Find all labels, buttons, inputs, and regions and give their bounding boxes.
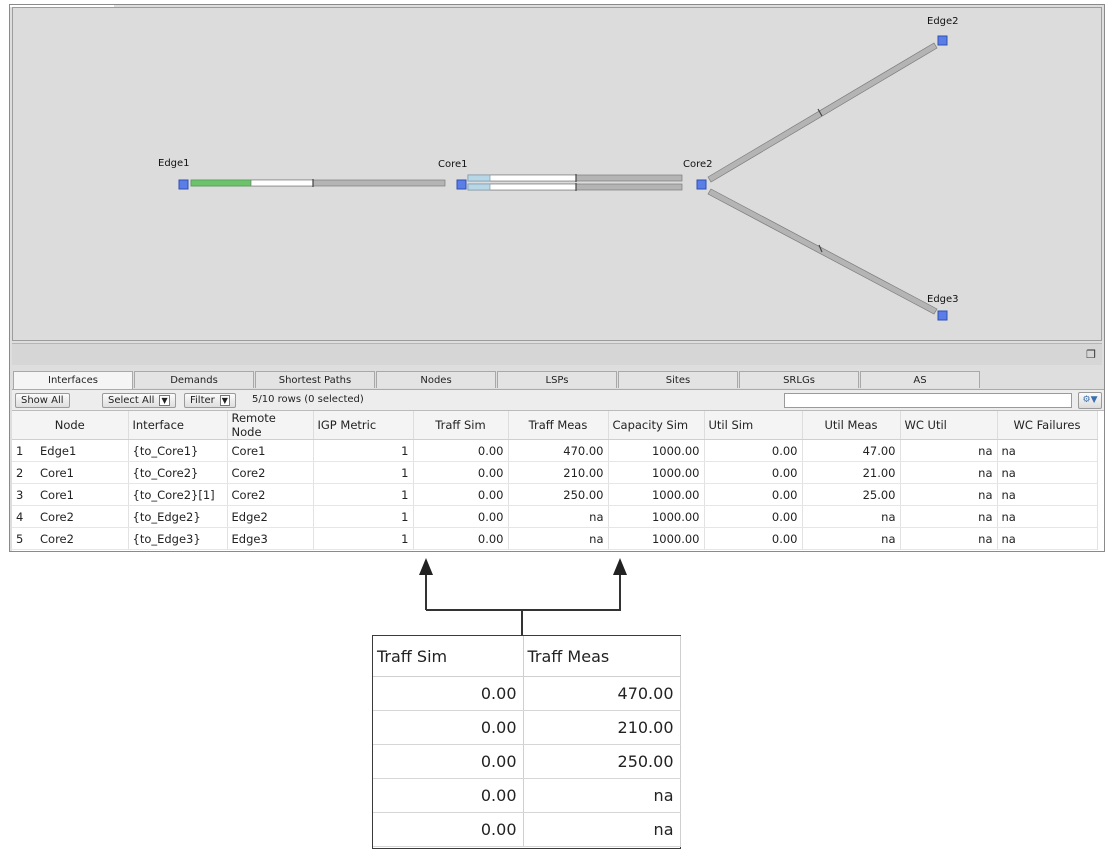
callout-row: 0.00 250.00 [373,744,681,779]
callout-cell: 470.00 [523,676,681,711]
callout-cell: 0.00 [373,778,524,813]
callout-cell: 0.00 [373,710,524,745]
callout-cell: 0.00 [373,812,524,847]
callout-header-traff-sim: Traff Sim [373,636,524,677]
callout-cell: 210.00 [523,710,681,745]
callout-cell: 250.00 [523,744,681,779]
callout-row: 0.00 na [373,778,681,813]
callout-row: 0.00 470.00 [373,676,681,711]
callout-header-row: Traff Sim Traff Meas [373,636,681,677]
callout-header-traff-meas: Traff Meas [523,636,681,677]
callout-cell: na [523,812,681,847]
callout-cell: 0.00 [373,744,524,779]
callout-row: 0.00 210.00 [373,710,681,745]
callout-row: 0.00 na [373,812,681,847]
callout-cell: 0.00 [373,676,524,711]
arrow-up-icon [419,558,433,575]
arrow-up-icon [613,558,627,575]
callout-cell: na [523,778,681,813]
zoom-callout: Traff Sim Traff Meas 0.00 470.00 0.00 210.0… [372,635,681,849]
